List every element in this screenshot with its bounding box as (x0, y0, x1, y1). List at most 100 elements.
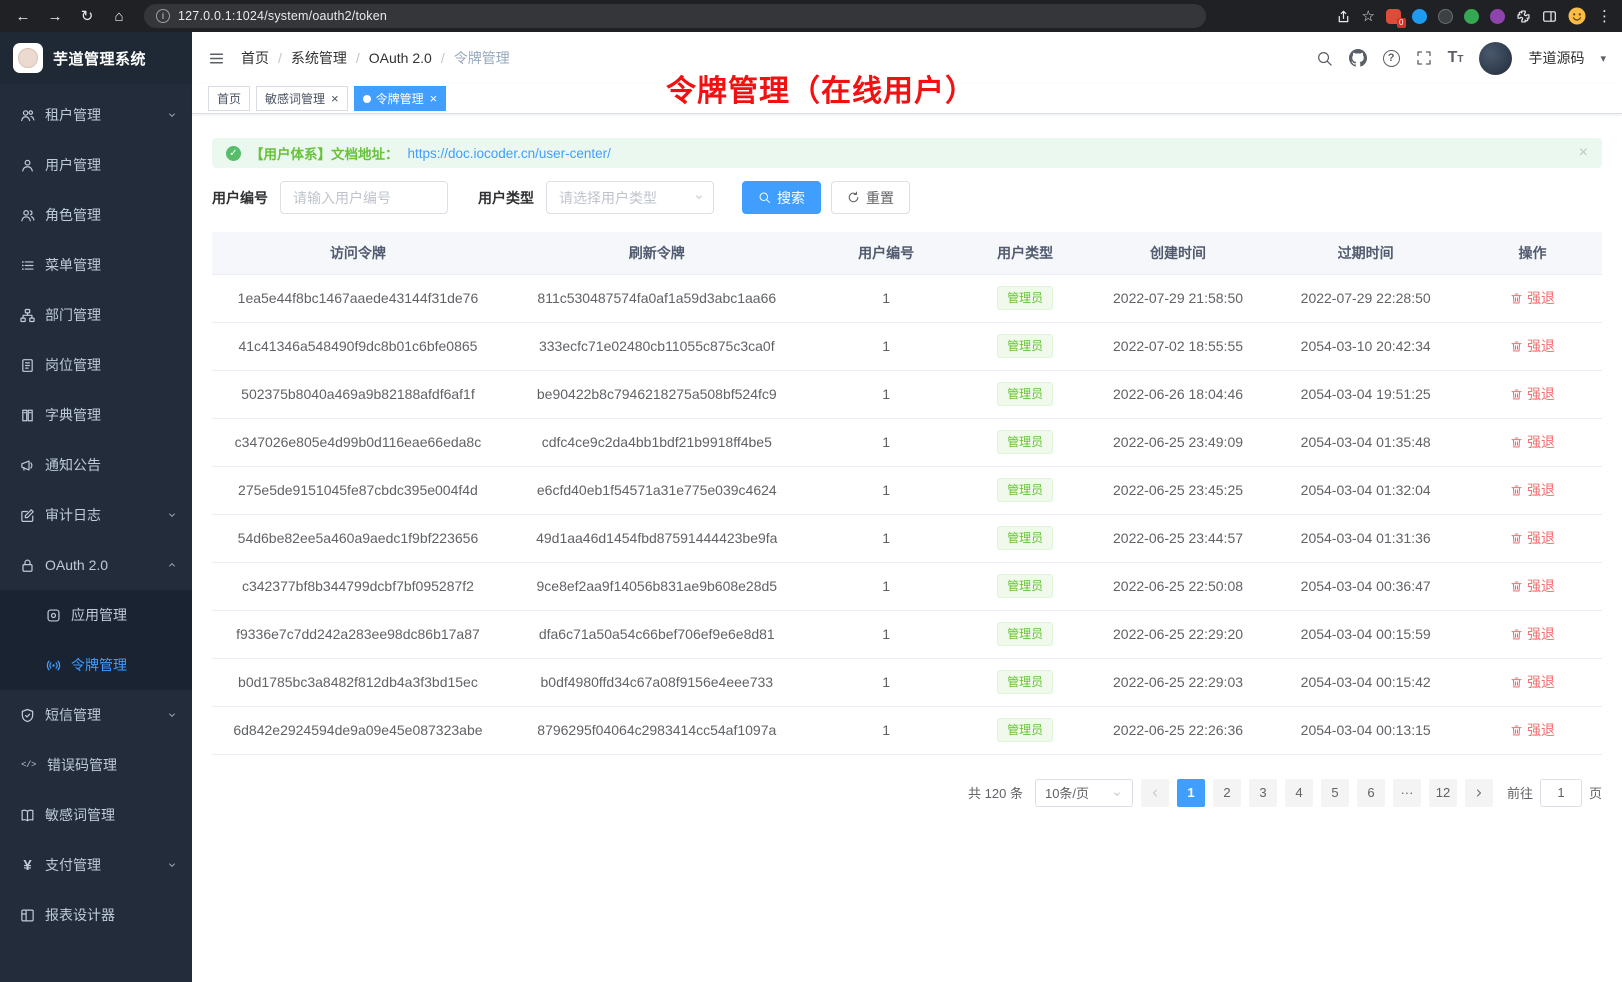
sidebar-item-tenant[interactable]: 租户管理 (0, 90, 192, 140)
browser-menu-icon[interactable]: ⋮ (1597, 7, 1612, 25)
browser-refresh-button[interactable]: ↻ (74, 3, 100, 29)
page-button-2[interactable]: 2 (1213, 779, 1241, 807)
page-button-1[interactable]: 1 (1177, 779, 1205, 807)
force-logout-button[interactable]: 强退 (1510, 624, 1555, 644)
force-logout-button[interactable]: 强退 (1510, 672, 1555, 692)
table-row: 41c41346a548490f9dc8b01c6bfe0865 333ecfc… (212, 322, 1602, 370)
sidebar-item-pay[interactable]: ¥ 支付管理 (0, 840, 192, 890)
created-time-value: 2022-06-25 22:50:08 (1113, 578, 1243, 594)
alert-close-icon[interactable]: × (1579, 145, 1588, 161)
sidebar-item-notice[interactable]: 通知公告 (0, 440, 192, 490)
search-button[interactable]: 搜索 (742, 181, 821, 214)
sidebar-item-user[interactable]: 用户管理 (0, 140, 192, 190)
url-text: 127.0.0.1:1024/system/oauth2/token (178, 9, 387, 23)
address-bar[interactable]: i 127.0.0.1:1024/system/oauth2/token (144, 4, 1206, 28)
breadcrumb-home[interactable]: 首页 (241, 48, 269, 68)
github-icon[interactable] (1349, 49, 1367, 67)
sidebar-toggle-icon[interactable] (208, 50, 225, 67)
force-logout-button[interactable]: 强退 (1510, 384, 1555, 404)
profile-avatar-emoji[interactable] (1568, 7, 1586, 25)
access-token-value: 41c41346a548490f9dc8b01c6bfe0865 (238, 338, 477, 354)
share-icon[interactable] (1336, 9, 1351, 24)
sidebar-item-oauth2-token[interactable]: 令牌管理 (0, 640, 192, 690)
user-menu-caret-icon[interactable]: ▾ (1600, 52, 1606, 65)
sidebar-item-dict[interactable]: 字典管理 (0, 390, 192, 440)
close-icon[interactable]: × (430, 92, 438, 105)
sidebar-item-errorcode[interactable]: </> 错误码管理 (0, 740, 192, 790)
breadcrumb-system[interactable]: 系统管理 (291, 48, 347, 68)
user-id-input[interactable] (280, 181, 448, 214)
sidebar-item-sensitive-word[interactable]: 敏感词管理 (0, 790, 192, 840)
user-type-select-input[interactable] (546, 181, 714, 214)
browser-back-button[interactable]: ← (10, 3, 36, 29)
site-info-icon[interactable]: i (156, 9, 170, 23)
goto-label: 前往 (1507, 783, 1533, 802)
page-button-4[interactable]: 4 (1285, 779, 1313, 807)
chevron-down-icon (166, 109, 178, 121)
extension-icon-green[interactable] (1464, 9, 1479, 24)
search-icon[interactable] (1316, 50, 1333, 67)
page-size-select[interactable]: 10条/页 (1035, 779, 1133, 807)
next-page-button[interactable] (1465, 779, 1493, 807)
access-token-value: 502375b8040a469a9b82188afdf6af1f (241, 386, 475, 402)
sidebar-item-oauth2-app[interactable]: 应用管理 (0, 590, 192, 640)
force-logout-button[interactable]: 强退 (1510, 576, 1555, 596)
sidebar-item-menu[interactable]: 菜单管理 (0, 240, 192, 290)
table-header-row: 访问令牌 刷新令牌 用户编号 用户类型 创建时间 过期时间 操作 (212, 232, 1602, 274)
bookmark-star-icon[interactable]: ☆ (1362, 7, 1375, 25)
tab-token[interactable]: 令牌管理 × (354, 86, 447, 111)
force-logout-button[interactable]: 强退 (1510, 432, 1555, 452)
sidebar-item-report-designer[interactable]: 报表设计器 (0, 890, 192, 940)
sidebar-item-audit-log[interactable]: 审计日志 (0, 490, 192, 540)
goto-page-input[interactable] (1540, 779, 1582, 807)
browser-home-button[interactable]: ⌂ (106, 3, 132, 29)
sidebar-item-sms[interactable]: 短信管理 (0, 690, 192, 740)
sidebar-item-oauth2[interactable]: OAuth 2.0 (0, 540, 192, 590)
header-tools: ? T T 芋道源码 ▾ (1316, 42, 1606, 75)
tab-sensitive-word[interactable]: 敏感词管理 × (256, 86, 348, 111)
force-logout-button[interactable]: 强退 (1510, 336, 1555, 356)
tab-home[interactable]: 首页 (208, 86, 250, 111)
extension-icon-purple[interactable] (1490, 9, 1505, 24)
fullscreen-icon[interactable] (1416, 50, 1432, 66)
page-ellipsis[interactable]: ··· (1393, 779, 1421, 807)
user-type-badge: 管理员 (997, 526, 1053, 550)
user-type-badge: 管理员 (997, 622, 1053, 646)
refresh-token-value: be90422b8c7946218275a508bf524fc9 (537, 386, 777, 402)
expire-time-value: 2054-03-04 00:15:42 (1301, 674, 1431, 690)
expire-time-value: 2054-03-04 19:51:25 (1301, 386, 1431, 402)
sidebar-item-dept[interactable]: 部门管理 (0, 290, 192, 340)
page-button-5[interactable]: 5 (1321, 779, 1349, 807)
close-icon[interactable]: × (331, 92, 339, 105)
force-logout-button[interactable]: 强退 (1510, 528, 1555, 548)
table-row: 54d6be82ee5a460a9aedc1f9bf223656 49d1aa4… (212, 514, 1602, 562)
expire-time-value: 2054-03-04 00:36:47 (1301, 578, 1431, 594)
extension-icon-dark[interactable] (1438, 9, 1453, 24)
browser-forward-button[interactable]: → (42, 3, 68, 29)
force-logout-button[interactable]: 强退 (1510, 720, 1555, 740)
prev-page-button[interactable] (1141, 779, 1169, 807)
user-type-select[interactable] (546, 181, 714, 214)
sidebar-item-label: 岗位管理 (45, 355, 101, 375)
sidebar-item-role[interactable]: 角色管理 (0, 190, 192, 240)
username: 芋道源码 (1528, 48, 1584, 68)
split-view-icon[interactable] (1542, 9, 1557, 24)
app-title: 芋道管理系统 (53, 48, 146, 69)
help-icon[interactable]: ? (1383, 50, 1400, 67)
force-logout-button[interactable]: 强退 (1510, 480, 1555, 500)
page-button-6[interactable]: 6 (1357, 779, 1385, 807)
page-button-3[interactable]: 3 (1249, 779, 1277, 807)
page-button-12[interactable]: 12 (1429, 779, 1457, 807)
column-header-access-token: 访问令牌 (212, 232, 504, 274)
force-logout-button[interactable]: 强退 (1510, 288, 1555, 308)
font-size-icon[interactable]: T T (1448, 50, 1464, 66)
doc-link[interactable]: https://doc.iocoder.cn/user-center/ (408, 146, 611, 161)
sidebar-item-post[interactable]: 岗位管理 (0, 340, 192, 390)
reset-button[interactable]: 重置 (831, 181, 910, 214)
refresh-token-value: 333ecfc71e02480cb11055c875c3ca0f (539, 338, 775, 354)
extension-icon-blue[interactable] (1412, 9, 1427, 24)
extensions-puzzle-icon[interactable] (1516, 9, 1531, 24)
breadcrumb-oauth2[interactable]: OAuth 2.0 (369, 50, 432, 66)
user-avatar[interactable] (1479, 42, 1512, 75)
extension-icon-red[interactable]: 0 (1386, 9, 1401, 24)
